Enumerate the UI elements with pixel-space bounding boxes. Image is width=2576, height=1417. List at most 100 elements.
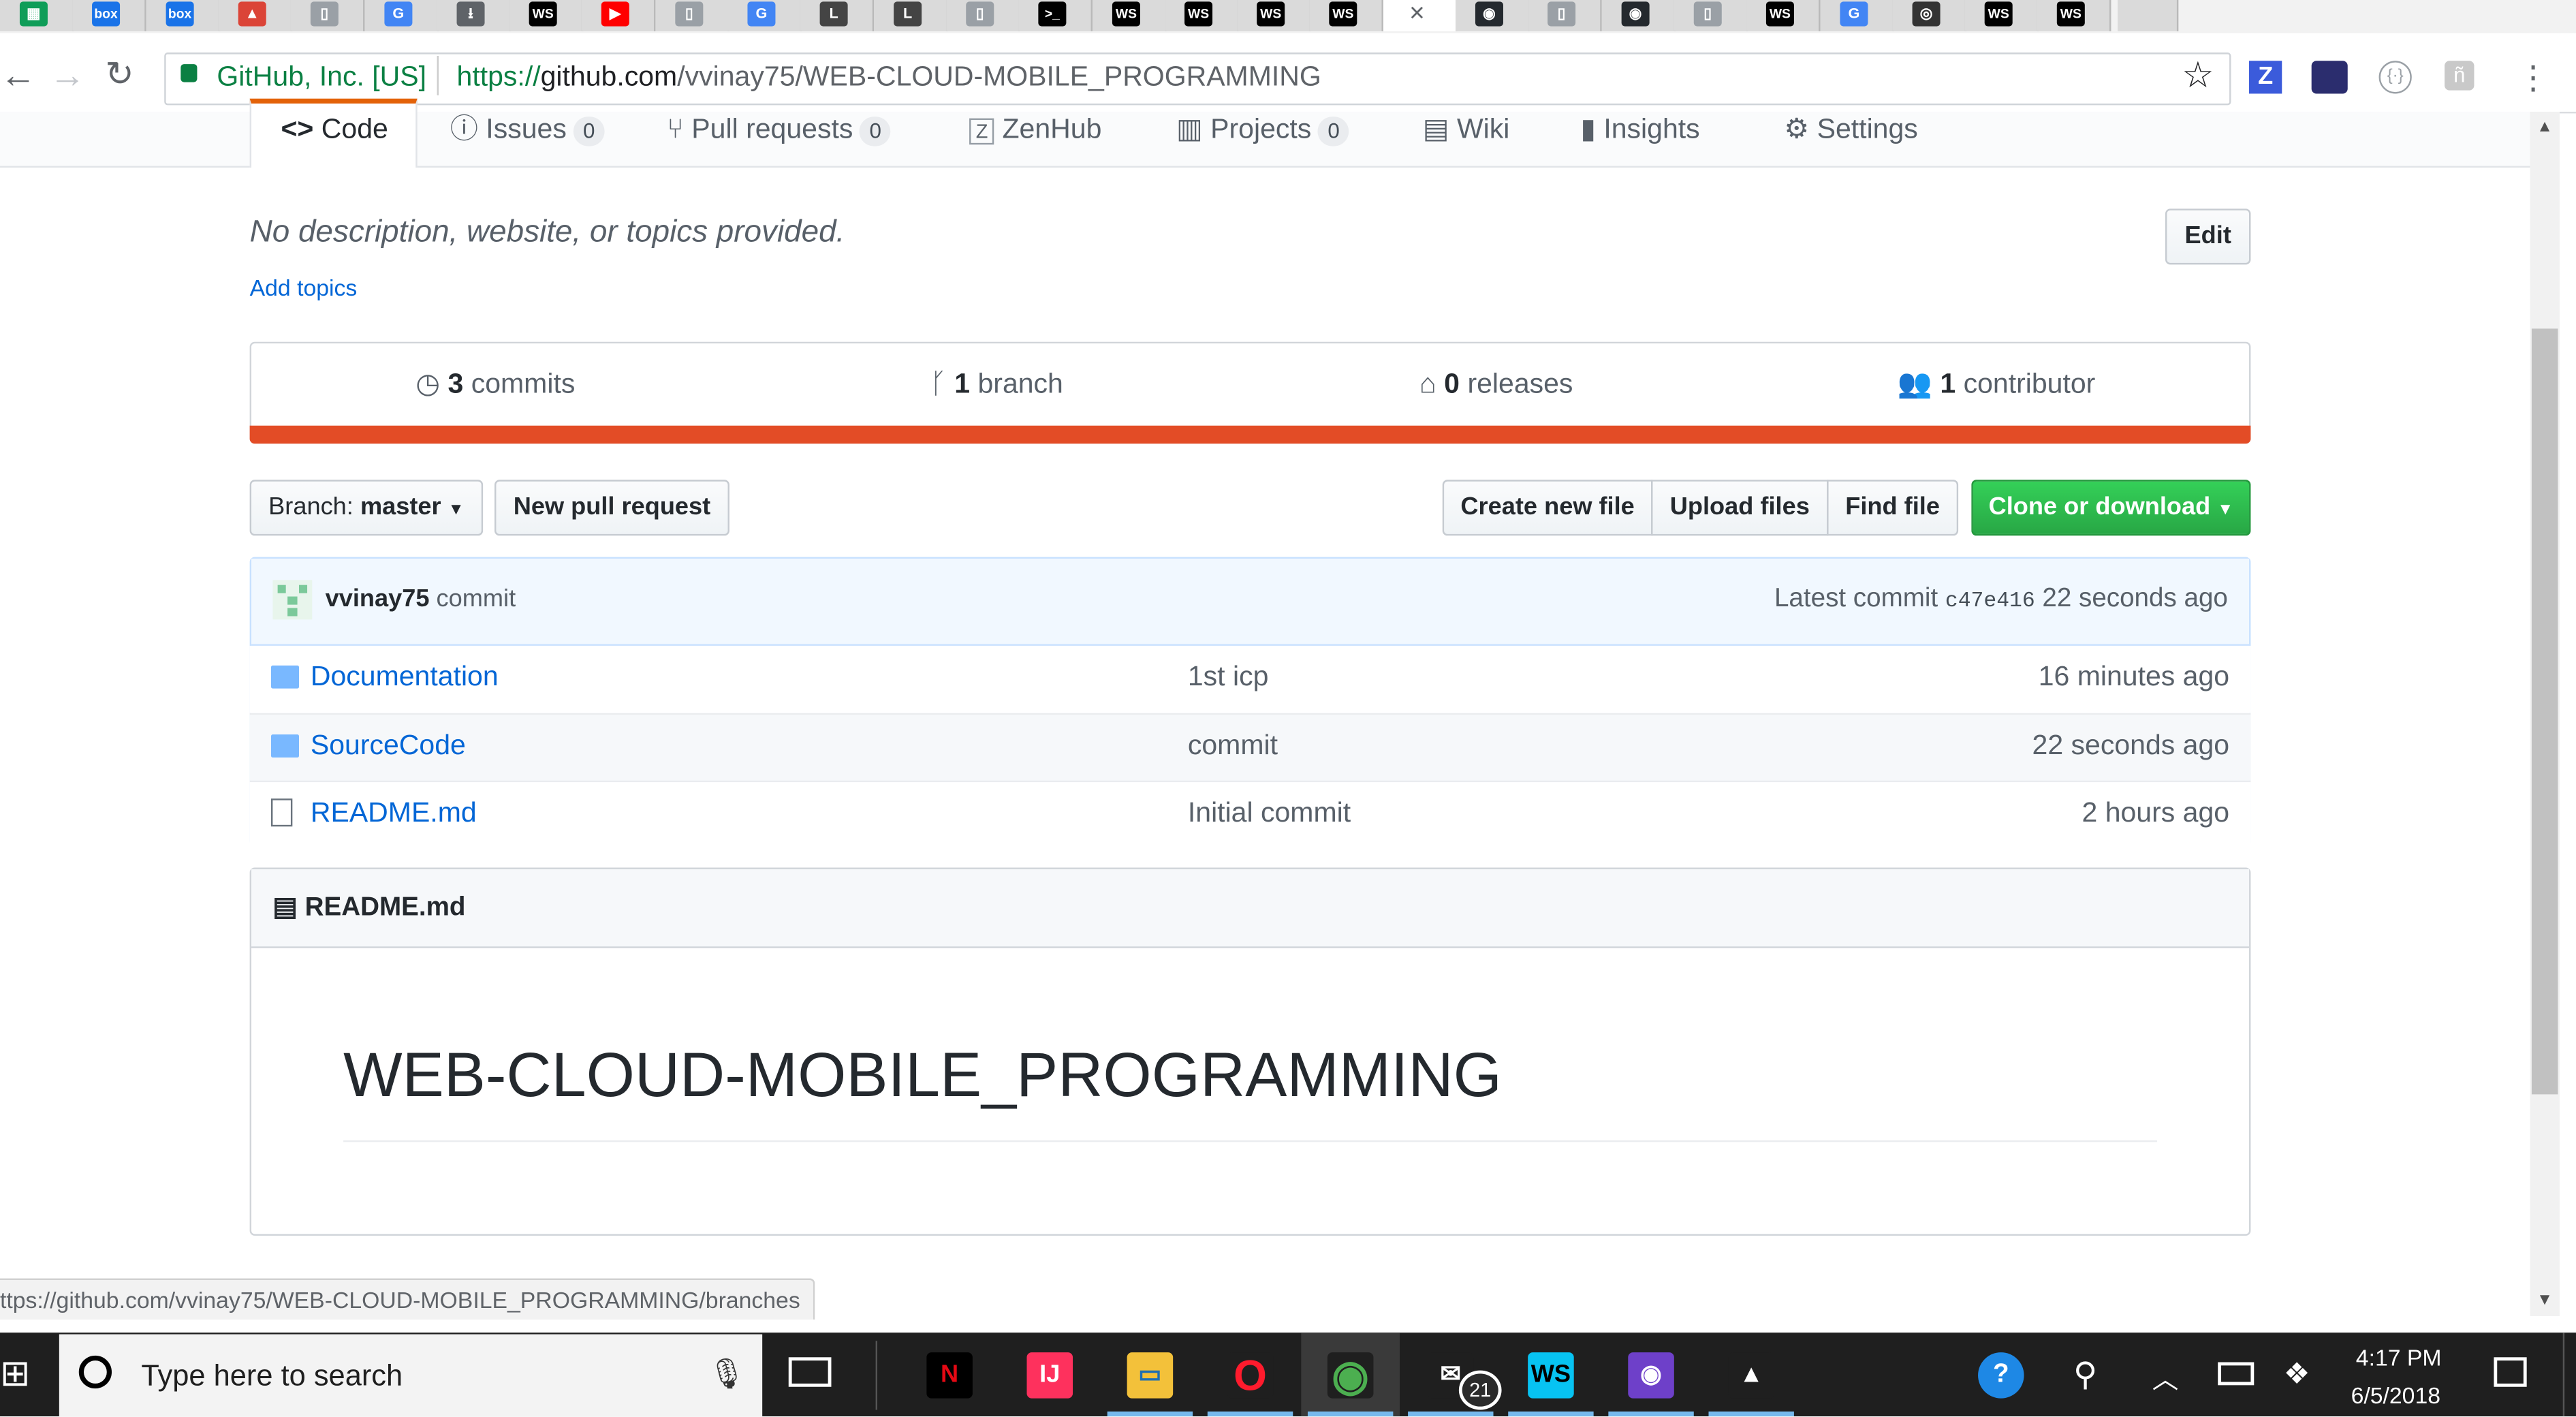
upload-files-button[interactable]: Upload files [1651, 480, 1829, 536]
tab-insights[interactable]: ▮ Insights [1580, 112, 1699, 148]
edit-description-button[interactable]: Edit [2165, 208, 2251, 265]
avatar[interactable] [272, 580, 313, 620]
extension-icon[interactable]: ñ [2445, 61, 2475, 91]
browser-tab[interactable]: WS [509, 0, 584, 31]
action-center-icon[interactable] [2494, 1357, 2527, 1387]
tab-zenhub[interactable]: Z ZenHub [969, 112, 1101, 148]
commit-message-link[interactable]: commit [1188, 730, 1278, 762]
browser-tab[interactable]: ▯ [655, 0, 729, 31]
commit-author[interactable]: vvinay75 commit [326, 585, 516, 613]
browser-tab[interactable]: ▯ [1674, 0, 1748, 31]
help-icon[interactable]: ? [1978, 1352, 2024, 1399]
microphone-icon[interactable]: 🎙 [708, 1357, 746, 1392]
commit-message-link[interactable]: 1st icp [1188, 661, 1269, 694]
battery-icon[interactable] [2218, 1362, 2255, 1386]
tab-pull-requests[interactable]: ⑂ Pull requests 0 [667, 112, 892, 148]
taskbar-app-button[interactable]: ▭ [1101, 1333, 1199, 1417]
taskbar-app-button[interactable]: ◉ [1602, 1333, 1701, 1417]
tab-projects[interactable]: ▥ Projects 0 [1176, 112, 1350, 148]
browser-tab[interactable]: WS [2037, 0, 2111, 31]
browser-tab[interactable]: WS [1309, 0, 1383, 31]
browser-tab[interactable]: G [727, 0, 802, 31]
new-tab-button[interactable] [2118, 0, 2179, 31]
browser-tab[interactable]: ▶ [581, 0, 656, 31]
forward-icon[interactable]: → [49, 55, 85, 95]
zotero-extension-icon[interactable]: Z [2249, 61, 2282, 94]
extension-icon[interactable] [2311, 61, 2348, 94]
close-icon[interactable]: × [1403, 1, 1431, 27]
commit-time: 22 seconds ago [2042, 585, 2228, 613]
browser-tab[interactable]: ▯ [1528, 0, 1602, 31]
scrollbar-thumb[interactable] [2531, 328, 2558, 1095]
windows-start-icon[interactable]: ⊞ [0, 1352, 30, 1395]
tab-settings[interactable]: ⚙ Settings [1784, 112, 1917, 148]
browser-tab[interactable]: WS [1746, 0, 1821, 31]
taskbar-app-button[interactable]: IJ [1001, 1333, 1099, 1416]
commit-message[interactable]: commit [437, 585, 516, 613]
browser-tab[interactable]: WS [1237, 0, 1311, 31]
file-name-link[interactable]: README.md [311, 797, 477, 830]
taskbar-app-button[interactable]: ◉ [1301, 1333, 1400, 1417]
back-icon[interactable]: ← [0, 55, 36, 95]
taskbar-app-button[interactable]: N [900, 1333, 999, 1416]
taskbar-app-button[interactable]: O [1201, 1333, 1300, 1417]
dropbox-icon[interactable]: ❖ [2284, 1357, 2310, 1392]
browser-tab[interactable]: ▯ [946, 0, 1020, 31]
url-text[interactable]: https://github.com/vvinay75/WEB-CLOUD-MO… [457, 59, 1321, 95]
security-chip[interactable]: GitHub, Inc. [US] [217, 59, 426, 95]
browser-tab[interactable]: G [364, 0, 439, 31]
browser-tab[interactable]: ▯ [290, 0, 365, 31]
commits-link[interactable]: ◷ 3 commits [415, 368, 575, 401]
add-topics-link[interactable]: Add topics [250, 275, 358, 301]
browser-tab[interactable]: × [1383, 0, 1458, 31]
people-icon[interactable]: ⚲ [2073, 1354, 2097, 1395]
browser-tab[interactable]: ▲ [218, 0, 293, 31]
new-pull-request-button[interactable]: New pull request [494, 480, 729, 536]
find-file-button[interactable]: Find file [1827, 480, 1959, 536]
scroll-down-icon[interactable]: ▼ [2536, 1292, 2553, 1310]
browser-tab[interactable]: ◎ [1892, 0, 1967, 31]
create-new-file-button[interactable]: Create new file [1442, 480, 1653, 536]
browser-tab[interactable]: L [800, 0, 875, 31]
cortana-icon[interactable] [78, 1355, 112, 1389]
browser-tab[interactable]: ⭳ [437, 0, 512, 31]
bookmark-star-icon[interactable]: ☆ [2182, 54, 2214, 97]
scroll-up-icon[interactable]: ▲ [2536, 119, 2553, 137]
branches-link[interactable]: ᚴ 1 branch [930, 368, 1063, 401]
show-desktop-button[interactable] [2562, 1333, 2576, 1417]
browser-tab[interactable]: box [146, 0, 221, 31]
contributors-link[interactable]: 👥 1 contributor [1898, 368, 2095, 401]
readme-title: ▤ README.md [272, 890, 465, 923]
language-bar[interactable] [249, 425, 2251, 444]
commit-message-link[interactable]: Initial commit [1188, 797, 1351, 830]
browser-tab[interactable]: ▦ [0, 0, 74, 31]
menu-kebab-icon[interactable]: ⋮ [2517, 57, 2549, 98]
extension-icon[interactable]: {·} [2378, 61, 2412, 94]
file-name-link[interactable]: SourceCode [311, 730, 466, 762]
tab-issues[interactable]: ⓘ Issues 0 [450, 112, 605, 148]
browser-tab[interactable]: ◉ [1456, 0, 1530, 31]
releases-link[interactable]: ⌂ 0 releases [1419, 368, 1573, 401]
branch-select-button[interactable]: Branch: master ▼ [249, 480, 484, 536]
browser-tab[interactable]: WS [1964, 0, 2039, 31]
browser-tab[interactable]: ◉ [1601, 0, 1676, 31]
commit-sha[interactable]: c47e416 [1945, 588, 2035, 612]
task-view-icon[interactable] [788, 1357, 832, 1387]
taskbar-app-button[interactable]: WS [1502, 1333, 1601, 1417]
browser-tab[interactable]: >_ [1018, 0, 1093, 31]
browser-tab[interactable]: G [1820, 0, 1895, 31]
taskbar-search-placeholder[interactable]: Type here to search [141, 1359, 403, 1394]
tab-wiki[interactable]: ▤ Wiki [1423, 112, 1510, 148]
browser-tab[interactable]: box [72, 0, 146, 31]
show-hidden-icons-icon[interactable]: ︿ [2152, 1357, 2179, 1397]
taskbar-app-button[interactable]: ▲ [1702, 1333, 1801, 1417]
tab-code-label[interactable]: <> Code [281, 112, 388, 148]
browser-tab[interactable]: WS [1165, 0, 1239, 31]
clock-date[interactable]: 6/5/2018 [2351, 1382, 2440, 1408]
clone-or-download-button[interactable]: Clone or download ▼ [1971, 480, 2251, 536]
reload-icon[interactable]: ↻ [105, 56, 133, 95]
browser-tab[interactable]: WS [1092, 0, 1167, 31]
browser-tab[interactable]: L [874, 0, 948, 31]
file-name-link[interactable]: Documentation [311, 661, 499, 694]
clock-time[interactable]: 4:17 PM [2356, 1344, 2442, 1371]
